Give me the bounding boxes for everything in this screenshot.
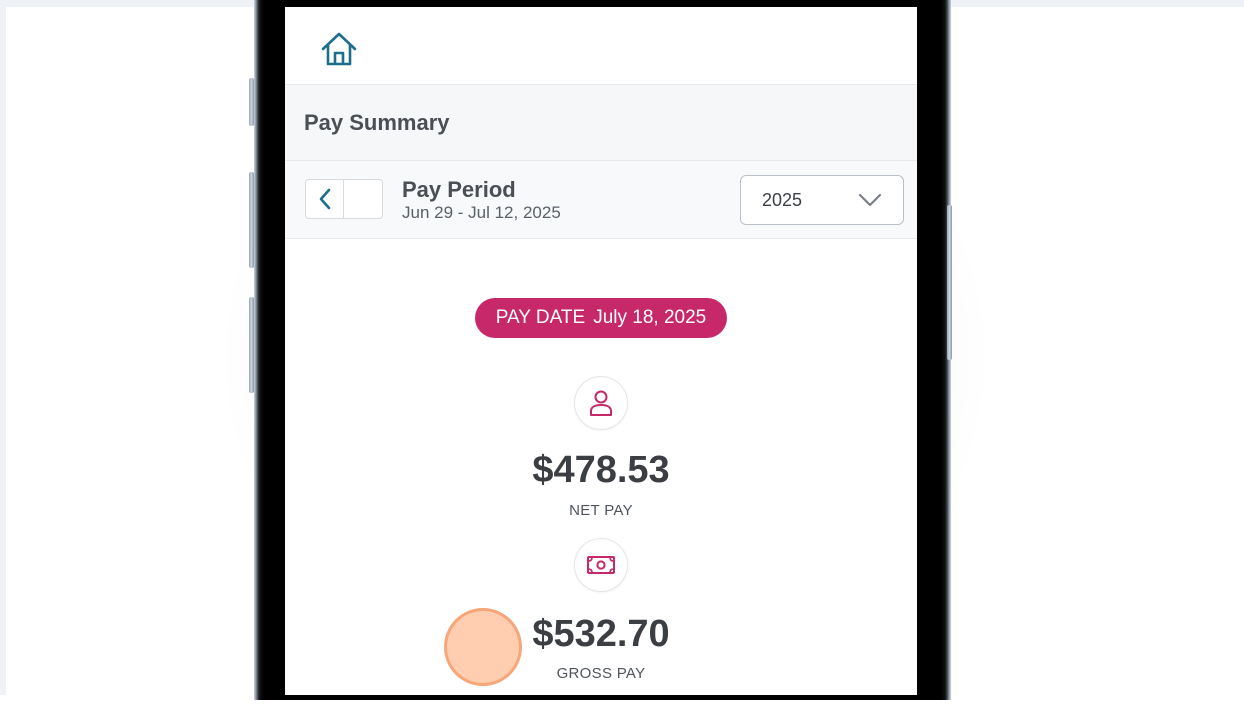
net-pay-icon-circle (574, 376, 628, 430)
pay-date-badge: PAY DATE July 18, 2025 (475, 298, 727, 338)
pay-period-info: Pay Period Jun 29 - Jul 12, 2025 (402, 177, 561, 223)
money-icon (587, 556, 615, 574)
gross-pay-label: GROSS PAY (556, 665, 646, 682)
phone-screen: Pay Summary Pay Period Jun 29 - Jul 12, … (285, 7, 917, 695)
pay-period-range: Jun 29 - Jul 12, 2025 (402, 203, 561, 222)
pay-period-bar: Pay Period Jun 29 - Jul 12, 2025 2025 (285, 161, 917, 239)
page-title: Pay Summary (304, 109, 450, 135)
next-period-button[interactable] (344, 180, 382, 218)
chevron-left-icon (319, 188, 330, 210)
section-title-bar: Pay Summary (285, 85, 917, 161)
chevron-down-icon (858, 193, 882, 207)
person-icon (590, 390, 612, 416)
net-pay-amount: $478.53 (532, 449, 670, 491)
app-header (285, 7, 917, 85)
period-pager (305, 179, 383, 219)
home-icon (321, 32, 357, 66)
pay-summary-content: PAY DATE July 18, 2025 $478.53 NET PAY $… (285, 239, 917, 695)
phone-side-button-1 (249, 78, 254, 126)
left-gutter (0, 7, 6, 695)
gross-pay-amount: $532.70 (532, 613, 670, 655)
year-select[interactable]: 2025 (740, 175, 904, 225)
home-button[interactable] (318, 29, 360, 69)
phone-side-button-3 (249, 297, 254, 393)
pay-date-label: PAY DATE (495, 307, 586, 328)
phone-side-button-4 (947, 205, 952, 360)
touch-indicator (444, 608, 522, 686)
previous-period-button[interactable] (306, 180, 344, 218)
phone-side-button-2 (249, 172, 254, 268)
pay-date-value: July 18, 2025 (593, 307, 707, 328)
net-pay-label: NET PAY (569, 502, 633, 519)
gross-pay-icon-circle (574, 538, 628, 592)
year-select-value: 2025 (762, 189, 803, 210)
pay-period-label: Pay Period (402, 177, 516, 202)
